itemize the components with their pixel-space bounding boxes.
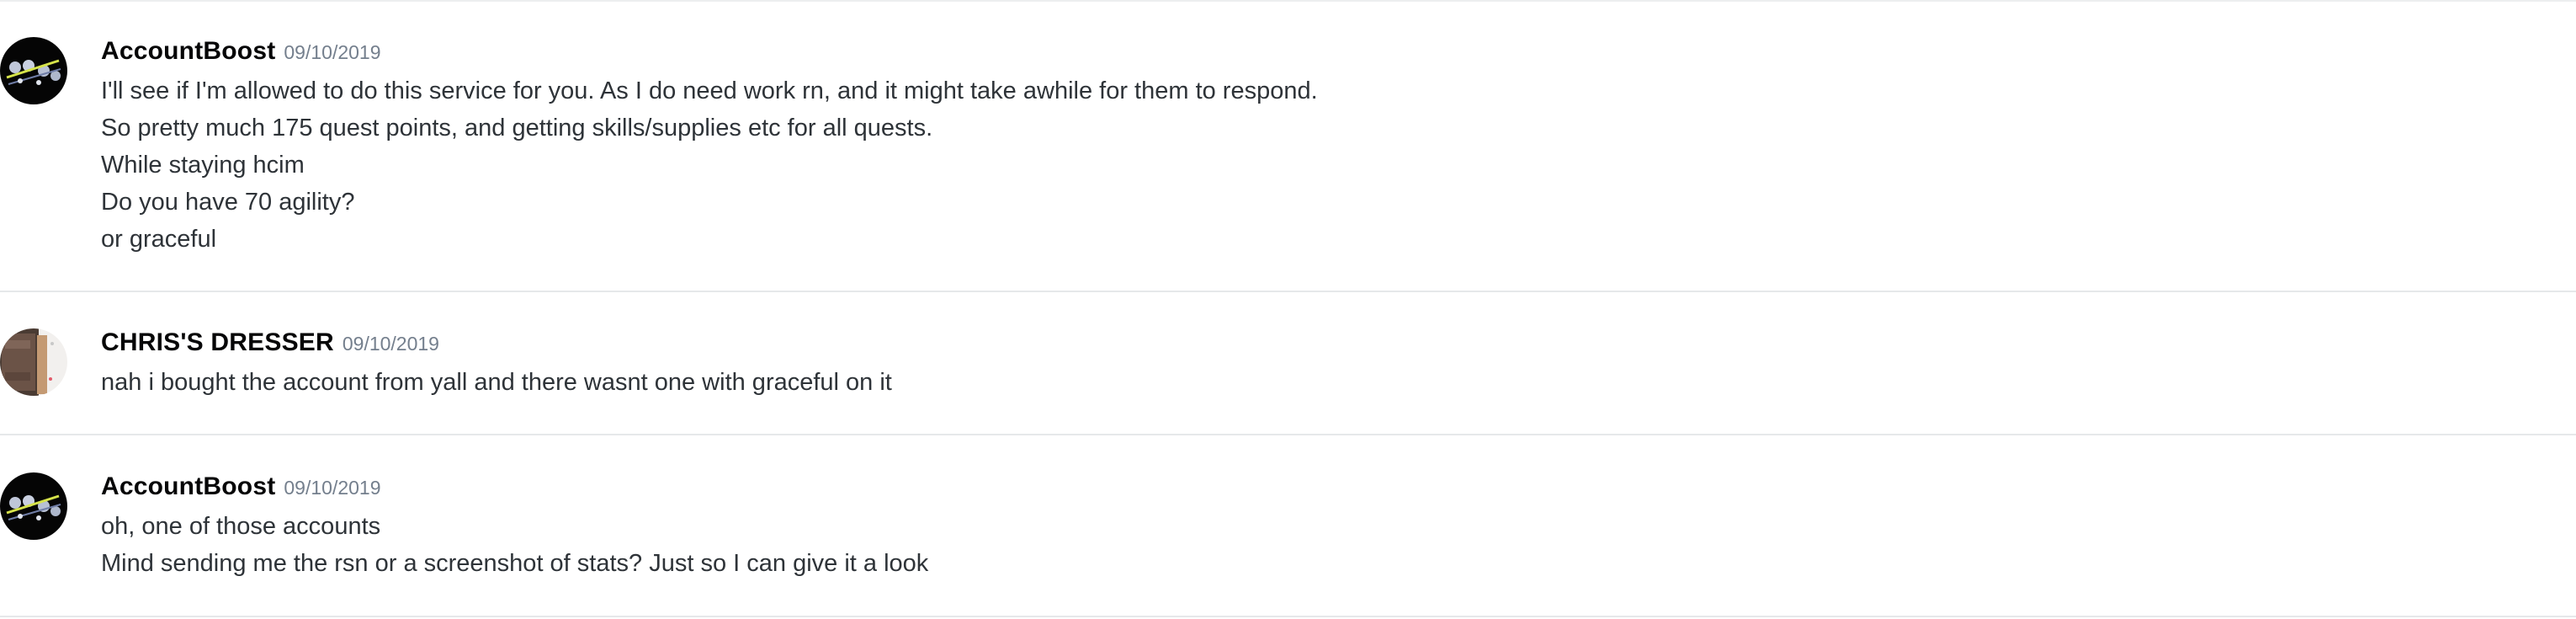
accountboost-logo-icon bbox=[0, 37, 67, 104]
message-divider bbox=[0, 616, 2576, 617]
timestamp: 09/10/2019 bbox=[284, 477, 381, 499]
message-header: AccountBoost 09/10/2019 bbox=[101, 472, 381, 506]
message-header: AccountBoost 09/10/2019 bbox=[101, 37, 381, 71]
message-line: nah i bought the account from yall and t… bbox=[101, 369, 892, 396]
message-line: Mind sending me the rsn or a screenshot … bbox=[101, 550, 929, 577]
avatar[interactable] bbox=[0, 328, 67, 396]
message-group: AccountBoost 09/10/2019 oh, one of those… bbox=[0, 435, 2576, 616]
accountboost-logo-icon bbox=[0, 472, 67, 540]
avatar[interactable] bbox=[0, 37, 67, 104]
message-line: or graceful bbox=[101, 226, 217, 253]
timestamp: 09/10/2019 bbox=[284, 41, 381, 63]
dresser-photo-icon bbox=[0, 328, 67, 396]
message-line: While staying hcim bbox=[101, 152, 305, 179]
username[interactable]: CHRIS'S DRESSER bbox=[101, 328, 334, 357]
message-group: AccountBoost 09/10/2019 I'll see if I'm … bbox=[0, 0, 2576, 291]
message-content: nah i bought the account from yall and t… bbox=[101, 364, 892, 401]
timestamp: 09/10/2019 bbox=[342, 333, 439, 355]
username[interactable]: AccountBoost bbox=[101, 472, 275, 501]
message-line: So pretty much 175 quest points, and get… bbox=[101, 115, 933, 141]
message-group: CHRIS'S DRESSER 09/10/2019 nah i bought … bbox=[0, 292, 2576, 435]
username[interactable]: AccountBoost bbox=[101, 37, 275, 66]
message-line: I'll see if I'm allowed to do this servi… bbox=[101, 77, 1318, 104]
message-line: oh, one of those accounts bbox=[101, 513, 381, 540]
message-content: I'll see if I'm allowed to do this servi… bbox=[101, 72, 1318, 258]
message-header: CHRIS'S DRESSER 09/10/2019 bbox=[101, 328, 439, 362]
message-line: Do you have 70 agility? bbox=[101, 189, 355, 216]
message-content: oh, one of those accounts Mind sending m… bbox=[101, 508, 928, 582]
avatar[interactable] bbox=[0, 472, 67, 540]
